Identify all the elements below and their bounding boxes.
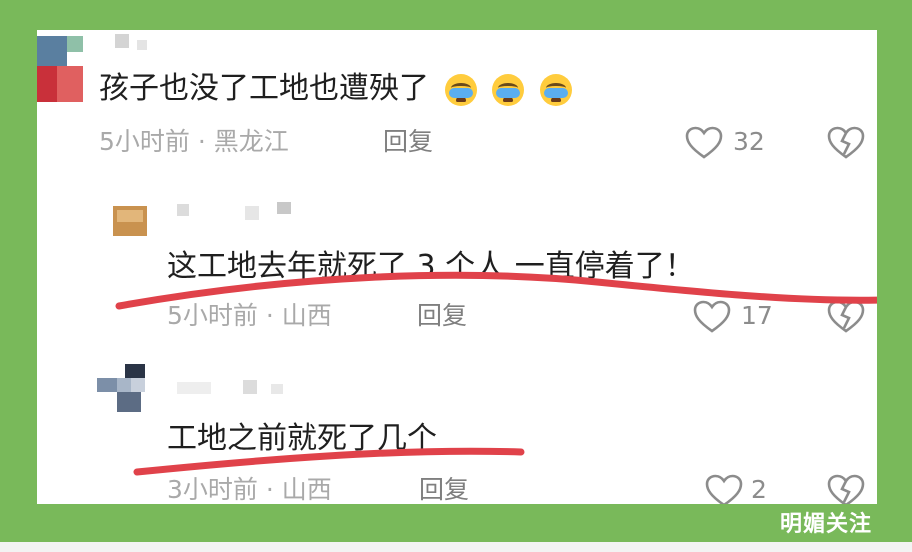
broken-heart-icon[interactable] bbox=[827, 300, 865, 334]
reply-button[interactable]: 回复 bbox=[419, 476, 469, 504]
comment-time-location: 5小时前 · 黑龙江 bbox=[99, 127, 289, 156]
like-count: 2 bbox=[751, 475, 767, 504]
username-blurred[interactable] bbox=[245, 206, 259, 220]
comment-text: 孩子也没了工地也遭殃了 bbox=[99, 72, 572, 106]
heart-icon[interactable] bbox=[685, 126, 723, 160]
comment-time-location: 5小时前 · 山西 bbox=[167, 301, 332, 330]
reply-button[interactable]: 回复 bbox=[383, 128, 433, 156]
crying-emoji-icon bbox=[492, 73, 525, 106]
comment-text: 工地之前就死了几个 bbox=[167, 421, 437, 456]
broken-heart-icon[interactable] bbox=[827, 126, 865, 160]
watermark: 明媚关注 bbox=[780, 512, 873, 537]
comment-screenshot: 孩子也没了工地也遭殃了 5小时前 · 黑龙江 回复 32 这工地去年就死了 3 … bbox=[37, 30, 877, 504]
heart-icon[interactable] bbox=[705, 474, 743, 504]
comment-text: 这工地去年就死了 3 个人 一直停着了！ bbox=[167, 249, 695, 284]
username-blurred[interactable] bbox=[277, 202, 291, 214]
heart-icon[interactable] bbox=[693, 300, 731, 334]
username-blurred[interactable] bbox=[177, 382, 211, 394]
avatar[interactable] bbox=[37, 30, 83, 102]
reply-button[interactable]: 回复 bbox=[417, 302, 467, 330]
broken-heart-icon[interactable] bbox=[827, 474, 865, 504]
like-count: 32 bbox=[733, 127, 765, 156]
username-blurred[interactable] bbox=[243, 380, 257, 394]
username-blurred[interactable] bbox=[115, 34, 129, 48]
avatar[interactable] bbox=[97, 364, 147, 412]
username-blurred[interactable] bbox=[137, 40, 147, 50]
username-blurred[interactable] bbox=[271, 384, 283, 394]
crying-emoji-icon bbox=[444, 73, 477, 106]
bottom-edge bbox=[0, 542, 912, 552]
like-count: 17 bbox=[741, 301, 773, 330]
username-blurred[interactable] bbox=[177, 204, 189, 216]
avatar[interactable] bbox=[113, 206, 147, 236]
comment-time-location: 3小时前 · 山西 bbox=[167, 475, 332, 504]
crying-emoji-icon bbox=[539, 73, 572, 106]
